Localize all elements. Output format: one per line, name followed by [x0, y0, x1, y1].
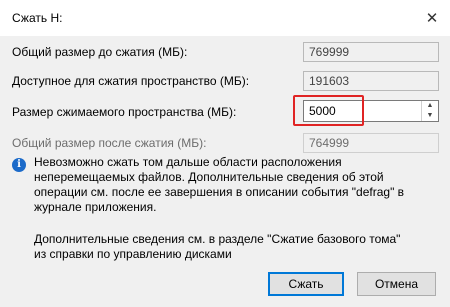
shrink-size-spinbox[interactable]: ▲ ▼: [303, 100, 439, 122]
shrink-size-label: Размер сжимаемого пространства (МБ):: [12, 105, 237, 119]
total-before-label: Общий размер до сжатия (МБ):: [12, 45, 188, 59]
total-after-value: 764999: [303, 133, 439, 153]
total-after-label: Общий размер после сжатия (МБ):: [12, 136, 207, 150]
cancel-button[interactable]: Отмена: [357, 272, 436, 296]
window-title: Сжать H:: [12, 11, 63, 25]
shrink-size-input[interactable]: [304, 101, 427, 121]
info-message: Невозможно сжать том дальше области расп…: [34, 155, 405, 214]
title-bar: Сжать H: ✕: [0, 0, 450, 36]
available-value: 191603: [303, 71, 439, 91]
total-before-value: 769999: [303, 42, 439, 62]
info-icon: i: [12, 158, 26, 172]
close-icon: ✕: [425, 10, 439, 27]
close-button[interactable]: ✕: [414, 0, 450, 36]
shrink-button[interactable]: Сжать: [268, 272, 344, 296]
help-reference-text: Дополнительные сведения см. в разделе "С…: [34, 232, 401, 261]
spin-down-icon[interactable]: ▼: [421, 111, 438, 121]
available-label: Доступное для сжатия пространство (МБ):: [12, 74, 250, 88]
